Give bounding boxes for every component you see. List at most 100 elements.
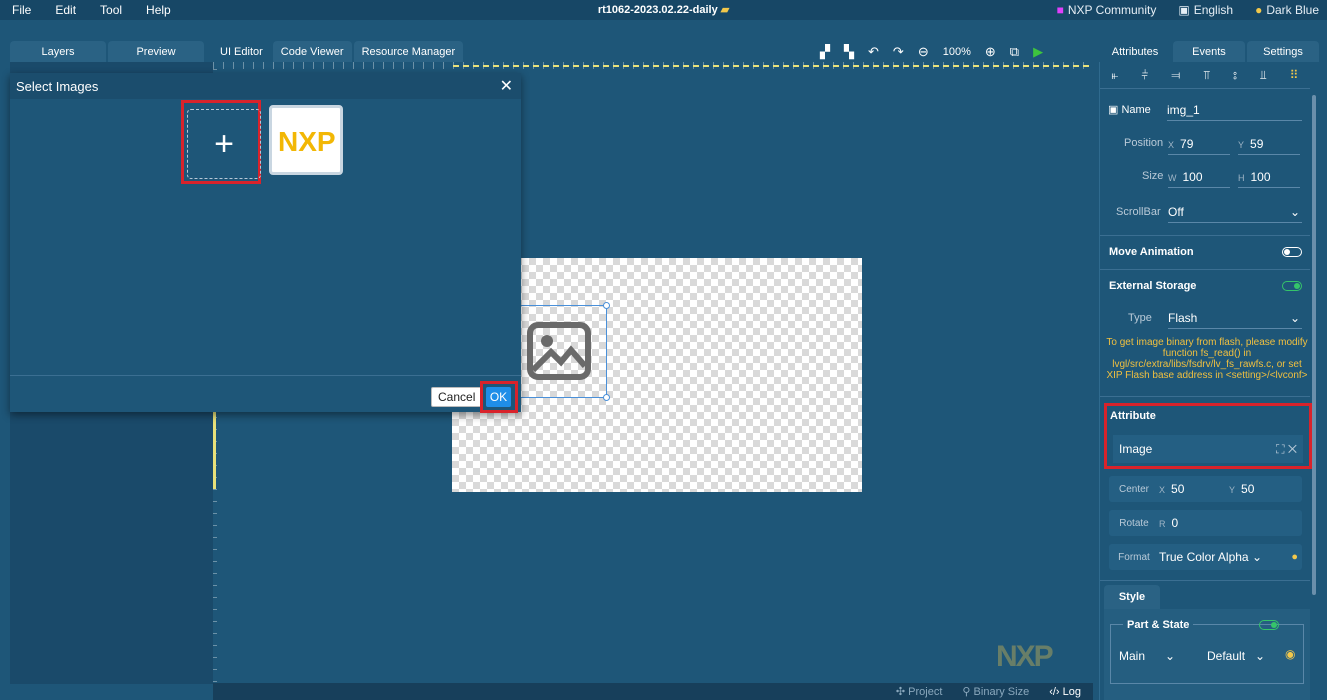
zoom-out-icon[interactable]: ⊖: [918, 44, 929, 60]
status-project[interactable]: ✣ Project: [896, 685, 943, 698]
bring-forward-icon[interactable]: ▞: [820, 44, 830, 60]
zoom-in-icon[interactable]: ⊕: [985, 44, 996, 60]
image-widget[interactable]: [505, 302, 610, 401]
status-binary-size[interactable]: ⚲ Binary Size: [962, 685, 1029, 698]
align-left-icon[interactable]: ⫦: [1112, 68, 1119, 83]
zoom-level: 100%: [942, 46, 971, 58]
align-center-v-icon[interactable]: ⦂: [1233, 68, 1237, 83]
dialog-body: + NXP: [10, 99, 521, 375]
menu-edit[interactable]: Edit: [43, 3, 88, 17]
rotate-input[interactable]: R0: [1159, 516, 1178, 530]
type-select[interactable]: Flash ⌄: [1168, 311, 1302, 329]
image-thumbnail-nxp[interactable]: NXP: [269, 105, 343, 175]
part-state-box: Part & State Main ⌄ Default ⌄ ◉: [1110, 619, 1304, 684]
tab-settings[interactable]: Settings: [1247, 41, 1319, 62]
menu-file[interactable]: File: [0, 3, 43, 17]
nxp-logo-text: NXP: [278, 126, 336, 155]
dialog-header: Select Images ✕: [10, 73, 521, 99]
external-storage-toggle[interactable]: [1282, 281, 1302, 291]
eye-icon[interactable]: ◉: [1285, 647, 1295, 661]
menu-tool[interactable]: Tool: [88, 3, 134, 17]
state-select[interactable]: Default ⌄: [1207, 649, 1265, 663]
name-input[interactable]: img_1: [1167, 103, 1302, 121]
cancel-button[interactable]: Cancel: [431, 387, 483, 407]
w-input[interactable]: W 100: [1168, 170, 1230, 188]
name-label-text: Name: [1121, 104, 1151, 116]
w-label: W: [1168, 173, 1177, 183]
folder-icon[interactable]: ▰: [721, 4, 729, 16]
theme-selector[interactable]: ● Dark Blue: [1255, 3, 1319, 17]
status-log[interactable]: ‹/› Log: [1049, 686, 1081, 698]
scrollbar-select[interactable]: Off ⌄: [1168, 205, 1302, 223]
image-field[interactable]: Image ⛶ ✕: [1113, 435, 1303, 463]
rotate-value: 0: [1171, 516, 1179, 530]
tab-code-viewer[interactable]: Code Viewer: [272, 41, 352, 62]
info-icon[interactable]: ●: [1291, 551, 1298, 563]
add-image-button[interactable]: +: [187, 109, 261, 179]
y-input[interactable]: Y 59: [1238, 137, 1300, 155]
part-state-label: Part & State: [1123, 619, 1194, 631]
code-icon[interactable]: ⧉: [1010, 44, 1019, 60]
grid-icon[interactable]: ⠿: [1290, 68, 1299, 83]
tab-attributes[interactable]: Attributes: [1099, 41, 1171, 62]
image-picker-icon[interactable]: ⛶: [1276, 442, 1284, 456]
move-animation-toggle[interactable]: [1282, 247, 1302, 257]
format-row: Format True Color Alpha ⌄ ●: [1109, 544, 1302, 570]
w-value: 100: [1182, 170, 1203, 184]
attribute-title: Attribute: [1110, 410, 1156, 422]
format-value: True Color Alpha: [1159, 550, 1249, 564]
menubar: File Edit Tool Help rt1062-2023.02.22-da…: [0, 0, 1327, 20]
align-center-h-icon[interactable]: ⫩: [1141, 68, 1148, 83]
ruler-highlight: [453, 65, 1093, 67]
center-x-input[interactable]: X 50: [1159, 482, 1229, 496]
tab-resource-manager[interactable]: Resource Manager: [353, 41, 464, 62]
panel-scrollbar[interactable]: [1312, 95, 1316, 595]
chat-icon: ■: [1056, 3, 1064, 17]
style-section: Part & State Main ⌄ Default ⌄ ◉: [1104, 609, 1310, 700]
state-value: Default: [1207, 649, 1246, 663]
ruler-highlight: [213, 409, 216, 489]
format-select[interactable]: True Color Alpha ⌄: [1159, 550, 1262, 564]
flash-note: To get image binary from flash, please m…: [1106, 337, 1308, 381]
status-binary-label: Binary Size: [973, 686, 1030, 698]
menubar-right: ■ NXP Community ▣ English ● Dark Blue: [1057, 0, 1319, 20]
center-y-input[interactable]: Y 50: [1229, 482, 1254, 496]
clear-icon[interactable]: ✕: [1288, 442, 1297, 456]
image-field-label: Image: [1119, 442, 1153, 456]
redo-icon[interactable]: ↷: [893, 44, 904, 60]
part-select[interactable]: Main ⌄: [1119, 649, 1175, 663]
send-backward-icon[interactable]: ▚: [844, 44, 854, 60]
tab-events[interactable]: Events: [1173, 41, 1245, 62]
tab-preview[interactable]: Preview: [108, 41, 204, 62]
divider: [1100, 235, 1310, 236]
align-bottom-icon[interactable]: ⫫: [1260, 68, 1267, 83]
close-icon[interactable]: ✕: [500, 76, 513, 96]
translate-icon: ▣: [1178, 3, 1190, 17]
undo-icon[interactable]: ↶: [868, 44, 879, 60]
left-tabs: Layers Preview: [10, 41, 206, 62]
tab-style[interactable]: Style: [1104, 585, 1160, 609]
play-icon[interactable]: ▶: [1033, 44, 1043, 60]
language-selector[interactable]: ▣ English: [1178, 3, 1233, 17]
y-label: Y: [1238, 140, 1245, 150]
tab-ui-editor[interactable]: UI Editor: [212, 41, 271, 62]
x-input[interactable]: X 79: [1168, 137, 1230, 155]
resize-handle[interactable]: [603, 394, 610, 401]
community-link[interactable]: ■ NXP Community: [1057, 3, 1157, 17]
align-top-icon[interactable]: ⫪: [1203, 68, 1210, 83]
palette-icon: ●: [1255, 3, 1263, 17]
dialog-title: Select Images: [16, 78, 99, 94]
center-y-value: 50: [1241, 482, 1255, 496]
external-storage-title: External Storage: [1109, 280, 1197, 292]
size-label: Size: [1142, 170, 1164, 182]
part-state-toggle[interactable]: [1259, 620, 1279, 630]
theme-label: Dark Blue: [1266, 3, 1319, 17]
menu-help[interactable]: Help: [134, 3, 183, 17]
tab-layers[interactable]: Layers: [10, 41, 106, 62]
chevron-down-icon: ⌄: [1289, 311, 1300, 325]
h-input[interactable]: H 100: [1238, 170, 1300, 188]
ok-button[interactable]: OK: [486, 387, 511, 407]
resize-handle[interactable]: [603, 302, 610, 309]
scrollbar-label: ScrollBar: [1116, 206, 1161, 218]
align-right-icon[interactable]: ⫤: [1171, 68, 1180, 83]
